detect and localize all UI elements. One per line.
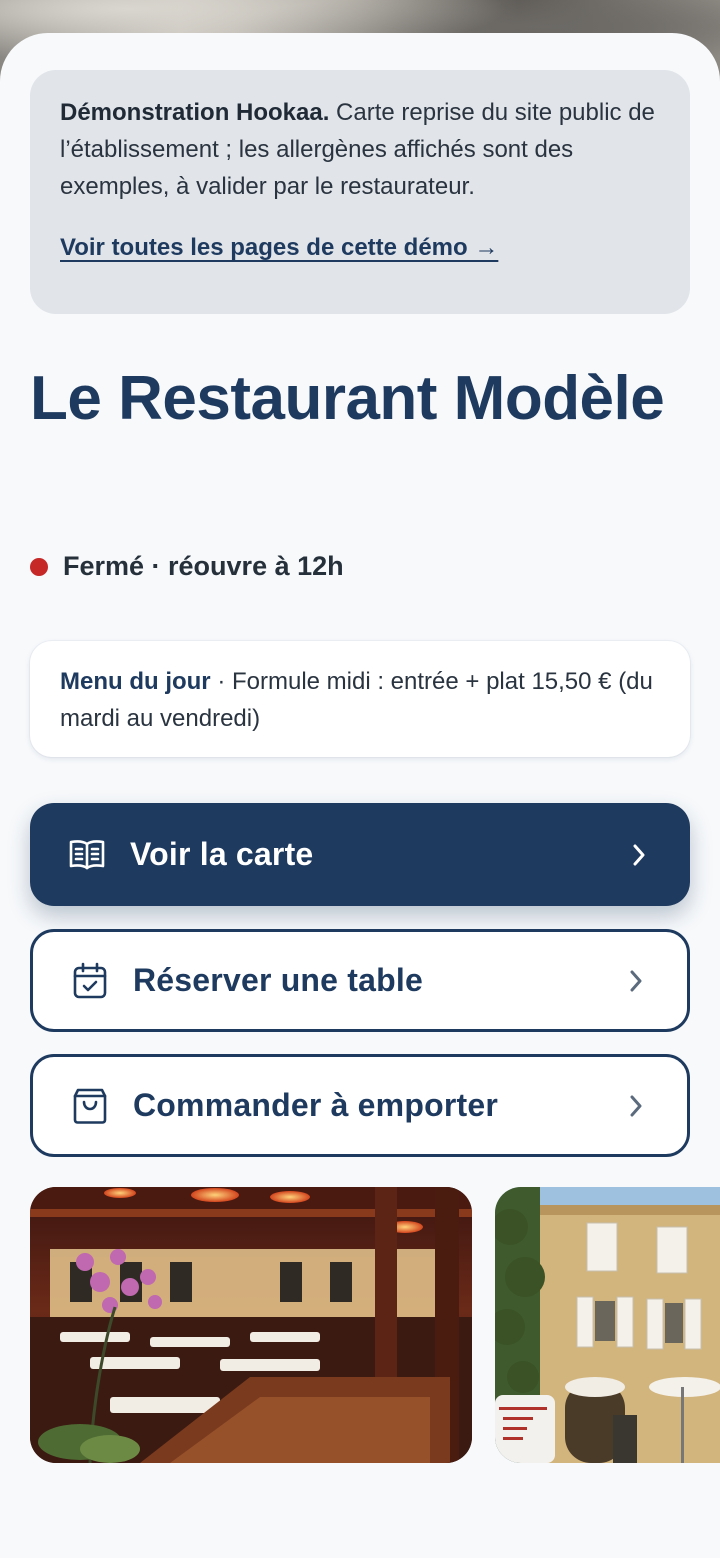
menu-of-day-separator: · [210, 668, 232, 695]
content-sheet: Démonstration Hookaa. Carte reprise du s… [0, 33, 720, 1558]
takeaway-order-label: Commander à emporter [133, 1087, 498, 1123]
closed-status-dot-icon [30, 557, 48, 576]
restaurant-facade-photo[interactable] [495, 1187, 720, 1463]
chevron-right-icon [623, 968, 649, 994]
chevron-right-icon [623, 1093, 649, 1119]
chevron-right-icon [626, 842, 652, 868]
calendar-check-icon [71, 962, 109, 1000]
restaurant-interior-photo[interactable] [30, 1187, 472, 1463]
opening-status: Fermé · réouvre à 12h [30, 551, 344, 582]
demo-pages-link[interactable]: Voir toutes les pages de cette démo → [60, 234, 498, 262]
demo-notice: Démonstration Hookaa. Carte reprise du s… [30, 70, 690, 314]
menu-of-day-label: Menu du jour [60, 668, 211, 695]
menu-of-day-card: Menu du jour · Formule midi : entrée + p… [30, 641, 690, 757]
takeaway-order-button[interactable]: Commander à emporter [30, 1054, 690, 1157]
shopping-bag-icon [71, 1087, 109, 1125]
demo-notice-text: Démonstration Hookaa. Carte reprise du s… [60, 94, 660, 205]
reserve-table-button[interactable]: Réserver une table [30, 929, 690, 1032]
opening-status-text: Fermé · réouvre à 12h [63, 551, 344, 581]
open-book-icon [68, 836, 106, 874]
view-menu-label: Voir la carte [130, 836, 314, 872]
view-menu-button[interactable]: Voir la carte [30, 803, 690, 906]
demo-notice-title: Démonstration Hookaa. [60, 99, 330, 126]
restaurant-name: Le Restaurant Modèle [30, 364, 665, 433]
reserve-table-label: Réserver une table [133, 962, 423, 998]
